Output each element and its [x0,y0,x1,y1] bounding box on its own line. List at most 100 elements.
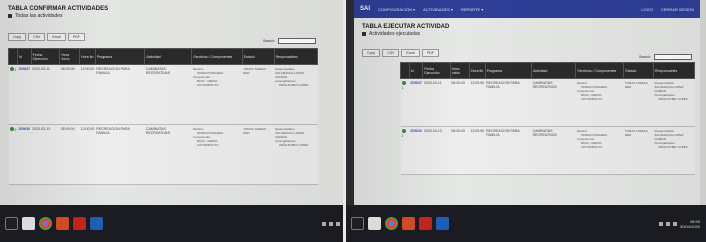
copy-button[interactable]: Copy [8,33,27,41]
windows-start-icon[interactable] [5,217,18,230]
nav-configuracion[interactable]: CONFIGURACIÓN ▾ [378,7,415,12]
row-expand[interactable]: 2 [8,124,18,185]
cell-estado: TODAS TAREAS RED [242,64,275,125]
excel-button[interactable]: Excel [401,49,420,57]
col-hora-fin[interactable]: Hora fin [79,48,96,65]
nav-actividades[interactable]: ACTIVIDADES ▾ [423,7,453,12]
pdf-reader-icon[interactable] [73,217,86,230]
search-label: Search: [262,39,275,43]
excel-button[interactable]: Excel [47,33,66,41]
table-row[interactable]: 2 205630 2020-03-13 08:00:00 12:00:00 RE… [400,126,695,175]
table-row[interactable]: 1 205637 2020-03-11 08:00:00 12:00:00 RE… [400,78,695,127]
table-header-row: Id Fecha Ejecución Hora Inicio Hora fin … [8,48,319,65]
id-link[interactable]: 205637 [410,81,422,85]
nav-user[interactable]: LOGO [641,7,653,12]
word-icon[interactable] [436,217,449,230]
cell-estado: TODAS TAREAS RED [623,126,654,175]
left-screen: TABLA CONFIRMAR ACTIVIDADES Todas las ac… [0,0,346,205]
powerpoint-icon[interactable] [402,217,415,230]
row-expand[interactable]: 2 [400,126,410,175]
cell-programa: RECREACION PARA FAMILIA [95,64,145,125]
csv-button[interactable]: CSV [382,49,400,57]
expand-dot-icon[interactable] [401,81,406,85]
page-subtitle: Actividades ejecutadas [362,31,700,37]
cell-estado: TODAS TAREAS RED [623,78,654,127]
expand-dot-icon[interactable] [401,129,406,133]
col-expand[interactable] [400,62,410,79]
network-icon[interactable] [658,221,663,226]
col-id[interactable]: Id [408,62,424,79]
network-icon[interactable] [322,221,326,226]
battery-icon[interactable] [672,221,677,226]
csv-button[interactable]: CSV [28,33,46,41]
battery-icon[interactable] [336,221,340,226]
cell-id[interactable]: 205637 [409,78,423,127]
expand-dot-icon[interactable] [9,127,14,131]
cell-servicios: Metrica: OPERATIVIDADES Componente: BAJO… [191,124,243,185]
cell-responsables: Responsables: ZALAMANCA LOPEZ DAMIAN Aco… [274,64,318,125]
cell-actividad: CAMINATAS RECREATIVAS [531,78,576,127]
file-explorer-icon[interactable] [22,217,35,230]
windows-start-icon[interactable] [351,217,364,230]
col-fecha[interactable]: Fecha Ejecución [422,62,451,79]
expand-dot-icon[interactable] [9,67,14,71]
pdf-button[interactable]: PDF [67,33,85,41]
left-photo-panel: TABLA CONFIRMAR ACTIVIDADES Todas las ac… [0,0,346,242]
cell-id[interactable]: 205630 [409,126,423,175]
row-expand[interactable]: 1 [400,78,410,127]
page-title: TABLA EJECUTAR ACTIVIDAD [362,24,450,30]
system-clock[interactable]: 08:55 30/04/2020 [680,219,700,229]
table-row[interactable]: 2 205630 2020-03-13 08:00:00 12:00:00 RE… [8,124,318,185]
word-icon[interactable] [90,217,103,230]
nav-logout[interactable]: CERRAR SESIÓN [661,7,694,12]
col-programa[interactable]: Programa [484,62,533,79]
chrome-icon[interactable] [39,217,52,230]
col-estado[interactable]: Estado [623,62,655,79]
cell-fecha: 2020-03-11 [31,64,60,125]
col-actividad[interactable]: Actividad [144,48,193,65]
col-programa[interactable]: Programa [94,48,146,65]
col-hora-inicio[interactable]: Hora Inicio [449,62,471,79]
system-tray: 08:55 30/04/2020 [658,219,706,229]
col-responsables[interactable]: Responsables [653,62,695,79]
cell-id[interactable]: 205630 [17,124,32,185]
cell-hora-inicio: 08:00:00 [59,124,80,185]
col-responsables[interactable]: Responsables [273,48,319,65]
col-hora-fin[interactable]: Hora fin [469,62,486,79]
volume-icon[interactable] [665,221,670,226]
powerpoint-icon[interactable] [56,217,69,230]
search-input[interactable] [278,38,316,44]
col-fecha[interactable]: Fecha Ejecución [30,48,61,65]
col-actividad[interactable]: Actividad [531,62,577,79]
cell-programa: RECREACION PARA FAMILIA [485,78,532,127]
cell-fecha: 2020-03-13 [422,126,451,175]
pdf-button[interactable]: PDF [421,49,439,57]
cell-actividad: CAMINATAS RECREATIVAS [144,124,192,185]
col-servicios[interactable]: Servicios / Componentes [575,62,625,79]
id-link[interactable]: 205630 [410,129,422,133]
list-icon [362,32,366,36]
col-estado[interactable]: Estado [241,48,275,65]
nav-reporte[interactable]: REPORTE ▾ [461,7,483,12]
search-input[interactable] [654,54,692,60]
row-expand[interactable]: 1 [8,64,18,125]
cell-programa: RECREACION PARA FAMILIA [485,126,532,175]
subtitle-text: Actividades ejecutadas [369,31,421,37]
cell-id[interactable]: 205637 [17,64,32,125]
col-expand[interactable] [8,48,18,65]
id-link[interactable]: 205630 [18,127,30,131]
col-id[interactable]: Id [16,48,32,65]
brand-logo[interactable]: SAI [360,6,370,12]
chrome-icon[interactable] [385,217,398,230]
col-hora-inicio[interactable]: Hora Inicio [59,48,81,65]
file-explorer-icon[interactable] [368,217,381,230]
pdf-reader-icon[interactable] [419,217,432,230]
id-link[interactable]: 205637 [18,67,30,71]
cell-actividad: CAMINATAS RECREATIVAS [144,64,192,125]
col-servicios[interactable]: Servicios / Componentes [191,48,243,65]
copy-button[interactable]: Copy [362,49,381,57]
table-row[interactable]: 1 205637 2020-03-11 08:00:00 12:00:00 RE… [8,64,318,125]
volume-icon[interactable] [329,221,333,226]
taskbar [0,205,346,242]
cell-hora-fin: 12:00:00 [469,78,486,127]
